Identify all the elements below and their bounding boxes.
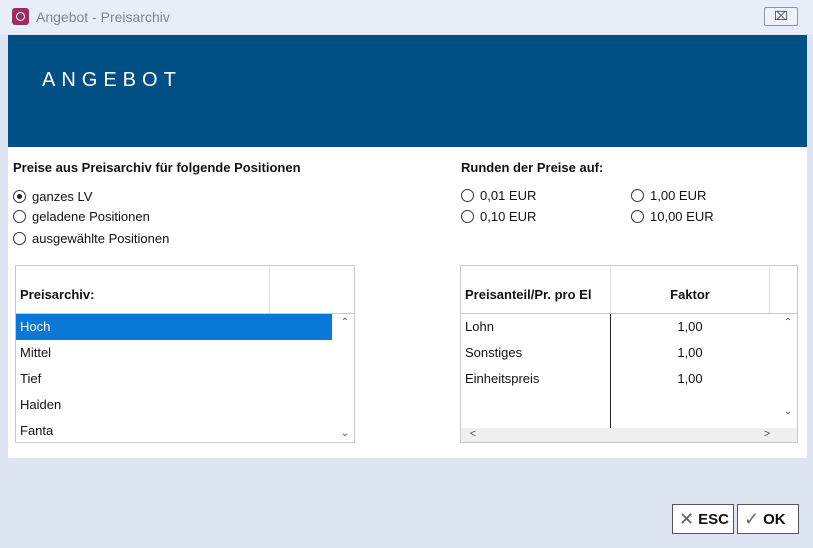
grid-cell-name[interactable]: Einheitspreis <box>465 366 539 392</box>
esc-label: ESC <box>698 510 729 528</box>
list-item[interactable]: Fanta <box>16 418 332 442</box>
radio-round-10-00[interactable]: 10,00 EUR <box>631 207 714 225</box>
esc-button[interactable]: ✕ ESC <box>672 504 734 534</box>
radio-geladene-positionen[interactable]: geladene Positionen <box>13 207 150 225</box>
radio-circle <box>13 231 26 245</box>
app-logo-icon <box>12 8 29 25</box>
column-header-faktor[interactable]: Faktor <box>611 287 769 302</box>
list-item[interactable]: Haiden <box>16 392 332 418</box>
ok-button[interactable]: ✓ OK <box>737 504 799 534</box>
grid-cell-factor[interactable]: 1,00 <box>611 314 769 340</box>
radio-circle <box>461 188 474 202</box>
radio-label: ausgewählte Positionen <box>32 230 170 246</box>
checkmark-icon: ✓ <box>744 508 760 529</box>
main-panel: Preise aus Preisarchiv für folgende Posi… <box>8 147 807 458</box>
title-bar: Angebot - Preisarchiv ⌧ <box>0 0 813 34</box>
grid-cell-name[interactable]: Sonstiges <box>465 340 522 366</box>
cancel-x-icon: ✕ <box>679 508 695 529</box>
list-item[interactable]: Mittel <box>16 340 332 366</box>
list-item[interactable]: Hoch <box>16 314 332 340</box>
radio-label: 0,10 EUR <box>480 208 537 224</box>
grid-header: Preisanteil/Pr. pro El Faktor <box>461 266 797 314</box>
radio-circle <box>631 188 644 202</box>
banner-title: ANGEBOT <box>42 69 182 91</box>
radio-circle <box>631 209 644 223</box>
scroll-down-icon[interactable]: ⌄ <box>780 406 796 417</box>
radio-round-1-00[interactable]: 1,00 EUR <box>631 186 706 204</box>
radio-circle <box>13 189 26 203</box>
grid-cell-factor[interactable]: 1,00 <box>611 340 769 366</box>
vertical-scrollbar[interactable]: ⌃ ⌄ <box>337 314 353 442</box>
list-header-label: Preisarchiv: <box>20 287 95 302</box>
vertical-scrollbar[interactable]: ⌃ ⌄ <box>780 314 796 426</box>
scope-title: Preise aus Preisarchiv für folgende Posi… <box>13 160 301 175</box>
radio-ausgewaehlte-positionen[interactable]: ausgewählte Positionen <box>13 229 169 247</box>
scroll-down-icon[interactable]: ⌄ <box>337 428 353 439</box>
radio-circle <box>13 209 26 223</box>
radio-label: 0,01 EUR <box>480 187 537 203</box>
radio-label: ganzes LV <box>32 188 93 204</box>
list-item[interactable]: Tief <box>16 366 332 392</box>
price-archive-list[interactable]: Preisarchiv: Hoch Mittel Tief Haiden Fan… <box>15 265 355 443</box>
scroll-up-icon[interactable]: ⌃ <box>337 317 353 328</box>
close-button[interactable]: ⌧ <box>764 7 798 26</box>
radio-label: 10,00 EUR <box>650 208 714 224</box>
factor-grid[interactable]: Preisanteil/Pr. pro El Faktor Lohn 1,00 … <box>460 265 798 443</box>
horizontal-scrollbar[interactable]: < > <box>461 428 797 442</box>
grid-cell-name[interactable]: Lohn <box>465 314 494 340</box>
header-banner: ANGEBOT <box>8 35 807 147</box>
header-divider <box>769 266 770 313</box>
window-title: Angebot - Preisarchiv <box>36 9 170 25</box>
radio-circle <box>461 209 474 223</box>
radio-round-0-01[interactable]: 0,01 EUR <box>461 186 536 204</box>
rounding-title: Runden der Preise auf: <box>461 160 604 175</box>
radio-label: 1,00 EUR <box>650 187 707 203</box>
ok-label: OK <box>763 510 786 528</box>
radio-label: geladene Positionen <box>32 208 150 224</box>
scroll-right-icon[interactable]: > <box>759 428 775 440</box>
column-header-preisanteil[interactable]: Preisanteil/Pr. pro El <box>465 287 591 302</box>
grid-cell-factor[interactable]: 1,00 <box>611 366 769 392</box>
close-icon: ⌧ <box>774 9 788 23</box>
list-header: Preisarchiv: <box>16 266 354 314</box>
radio-ganzes-lv[interactable]: ganzes LV <box>13 187 92 205</box>
scroll-left-icon[interactable]: < <box>465 428 481 440</box>
scroll-up-icon[interactable]: ⌃ <box>780 317 796 328</box>
radio-round-0-10[interactable]: 0,10 EUR <box>461 207 536 225</box>
header-divider <box>269 266 270 313</box>
